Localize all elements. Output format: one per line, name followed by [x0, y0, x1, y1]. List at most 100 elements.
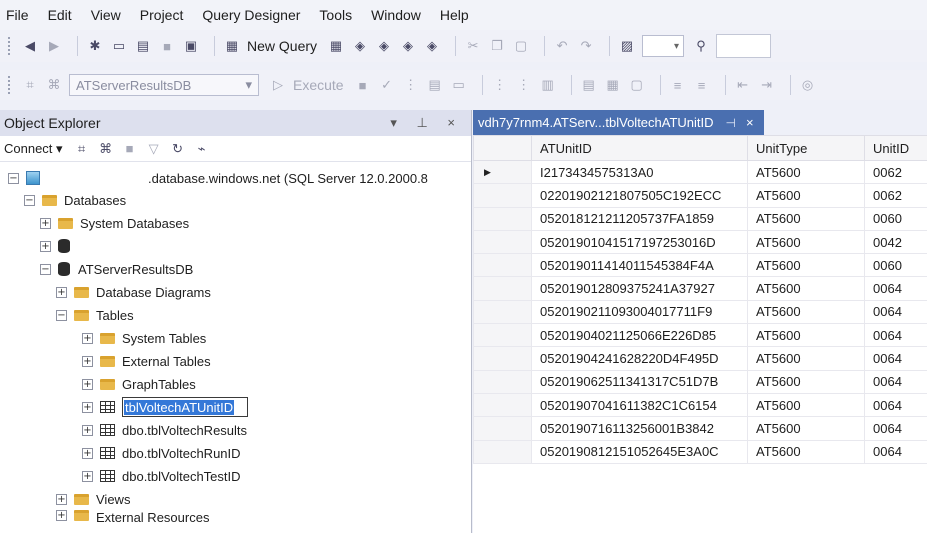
connect-icon[interactable]: ⌗	[21, 76, 39, 94]
row-header[interactable]	[473, 323, 532, 348]
tree-node-system-tables[interactable]: + System Tables	[82, 327, 206, 349]
grid-cell[interactable]: 052018121211205737FA1859	[531, 206, 748, 231]
row-header[interactable]	[473, 276, 532, 301]
table-row[interactable]: 02201902121807505C192ECC AT5600 0062	[473, 183, 927, 208]
grid-cell[interactable]: AT5600	[747, 369, 865, 394]
expand-icon[interactable]: +	[82, 378, 93, 390]
execute-button[interactable]: Execute	[293, 77, 344, 93]
change-connection-icon[interactable]: ⌘	[45, 76, 63, 94]
expand-icon[interactable]: +	[82, 355, 93, 367]
grid-cell[interactable]: AT5600	[747, 323, 865, 348]
mdx-query-icon[interactable]: ◈	[351, 37, 369, 55]
menu-query-designer[interactable]: Query Designer	[202, 7, 300, 23]
row-header-corner[interactable]	[473, 135, 532, 161]
tree-node-table-voltech-atunitid[interactable]: + tblVoltechATUnitID	[82, 396, 249, 418]
increase-indent-icon[interactable]: ⇥	[758, 76, 776, 94]
expand-icon[interactable]: +	[82, 332, 93, 344]
grid-cell[interactable]: AT5600	[747, 346, 865, 371]
grid-cell[interactable]: AT5600	[747, 439, 865, 464]
grid-cell[interactable]: 05201904021125066E226D85	[531, 323, 748, 348]
table-row[interactable]: 0520190211093004017711F9 AT5600 0064	[473, 299, 927, 325]
grid-cell[interactable]: 052019062511341317C51D7B	[531, 369, 748, 394]
tab-table-edit[interactable]: vdh7y7rnm4.ATServ...tblVoltechATUnitID ⊣…	[473, 110, 764, 135]
tree-node-external-tables[interactable]: + External Tables	[82, 350, 211, 372]
stop-icon[interactable]: ■	[121, 140, 139, 158]
close-icon[interactable]: ×	[746, 115, 754, 130]
collapse-icon[interactable]: −	[40, 263, 51, 275]
grid-cell[interactable]: 0064	[864, 439, 927, 464]
copy-icon[interactable]: ❐	[488, 37, 506, 55]
grid-cell[interactable]: 05201901041517197253016D	[531, 229, 748, 255]
grid-cell[interactable]: 0062	[864, 183, 927, 208]
table-row[interactable]: 05201907041611382C1C6154 AT5600 0064	[473, 392, 927, 418]
back-icon[interactable]: ◀	[21, 37, 39, 55]
tree-node-unnamed-database[interactable]: +	[40, 235, 78, 257]
connect-dropdown[interactable]: Connect ▾	[4, 141, 63, 157]
row-header[interactable]	[473, 229, 532, 255]
grid-cell[interactable]: AT5600	[747, 276, 865, 301]
grid-cell[interactable]: 0064	[864, 392, 927, 418]
row-header[interactable]	[473, 392, 532, 418]
save-all-icon[interactable]: ▣	[182, 37, 200, 55]
uncomment-icon[interactable]: ≡	[693, 76, 711, 94]
undo-icon[interactable]: ↶	[553, 37, 571, 55]
grid-cell[interactable]: 052019011414011545384F4A	[531, 253, 748, 278]
open-file-icon[interactable]: ▤	[134, 37, 152, 55]
pin-icon[interactable]: ⊣	[726, 116, 736, 130]
expand-icon[interactable]: +	[82, 424, 93, 436]
activity-icon[interactable]: ⌁	[193, 140, 211, 158]
expand-icon[interactable]: +	[82, 470, 93, 482]
dax-query-icon[interactable]: ◈	[423, 37, 441, 55]
results-to-file-icon[interactable]: ▢	[628, 76, 646, 94]
toolbar-grip[interactable]	[8, 37, 13, 55]
table-row[interactable]: 05201904021125066E226D85 AT5600 0064	[473, 323, 927, 348]
table-row[interactable]: 0520190812151052645E3A0C AT5600 0064	[473, 439, 927, 464]
expand-icon[interactable]: +	[82, 447, 93, 459]
specify-values-icon[interactable]: ◎	[799, 76, 817, 94]
redo-icon[interactable]: ↷	[577, 37, 595, 55]
save-icon[interactable]: ■	[158, 37, 176, 55]
grid-cell[interactable]: 0064	[864, 346, 927, 371]
tree-node-external-resources[interactable]: + External Resources	[56, 510, 209, 524]
database-engine-query-icon[interactable]: ▦	[327, 37, 345, 55]
grid-cell[interactable]: 0064	[864, 299, 927, 325]
row-header[interactable]	[473, 206, 532, 231]
connect-icon[interactable]: ⌗	[73, 140, 91, 158]
table-row[interactable]: 05201901041517197253016D AT5600 0042	[473, 229, 927, 255]
grid-cell[interactable]: AT5600	[747, 229, 865, 255]
cancel-query-icon[interactable]: ■	[354, 76, 372, 94]
comment-icon[interactable]: ≡	[669, 76, 687, 94]
grid-cell[interactable]: AT5600	[747, 416, 865, 441]
tree-node-views[interactable]: + Views	[56, 488, 130, 510]
table-row[interactable]: 052019012809375241A37927 AT5600 0064	[473, 276, 927, 301]
tree-node-system-databases[interactable]: + System Databases	[40, 212, 189, 234]
expand-icon[interactable]: +	[56, 286, 67, 298]
tree-node-table-voltech-results[interactable]: + dbo.tblVoltechResults	[82, 419, 247, 441]
grid-cell[interactable]: AT5600	[747, 159, 865, 185]
activity-monitor-icon[interactable]: ▨	[618, 37, 636, 55]
intellisense-icon[interactable]: ⋮	[491, 76, 509, 94]
find-box[interactable]	[716, 34, 772, 58]
collapse-icon[interactable]: −	[8, 172, 19, 184]
new-project-icon[interactable]: ✱	[86, 37, 104, 55]
row-header[interactable]	[473, 439, 532, 464]
collapse-icon[interactable]: −	[56, 309, 67, 321]
grid-cell[interactable]: 052019012809375241A37927	[531, 276, 748, 301]
rename-input[interactable]: tblVoltechATUnitID	[122, 397, 249, 417]
table-row[interactable]: 052019011414011545384F4A AT5600 0060	[473, 253, 927, 278]
forward-icon[interactable]: ▶	[45, 37, 63, 55]
grid-cell[interactable]: 0520190812151052645E3A0C	[531, 439, 748, 464]
expand-icon[interactable]: +	[56, 510, 67, 521]
cut-icon[interactable]: ✂	[464, 37, 482, 55]
toolbar-grip-2[interactable]	[8, 76, 13, 94]
expand-icon[interactable]: +	[40, 240, 51, 252]
menu-file[interactable]: File	[6, 7, 29, 23]
table-row[interactable]: 05201904241628220D4F495D AT5600 0064	[473, 346, 927, 371]
menu-tools[interactable]: Tools	[319, 7, 352, 23]
column-header[interactable]: ATUnitID	[531, 135, 748, 161]
tree-node-table-voltech-runid[interactable]: + dbo.tblVoltechRunID	[82, 442, 241, 464]
row-header[interactable]	[473, 346, 532, 371]
execute-icon[interactable]: ▷	[269, 76, 287, 94]
grid-cell[interactable]: 0060	[864, 206, 927, 231]
parse-icon[interactable]: ✓	[378, 76, 396, 94]
